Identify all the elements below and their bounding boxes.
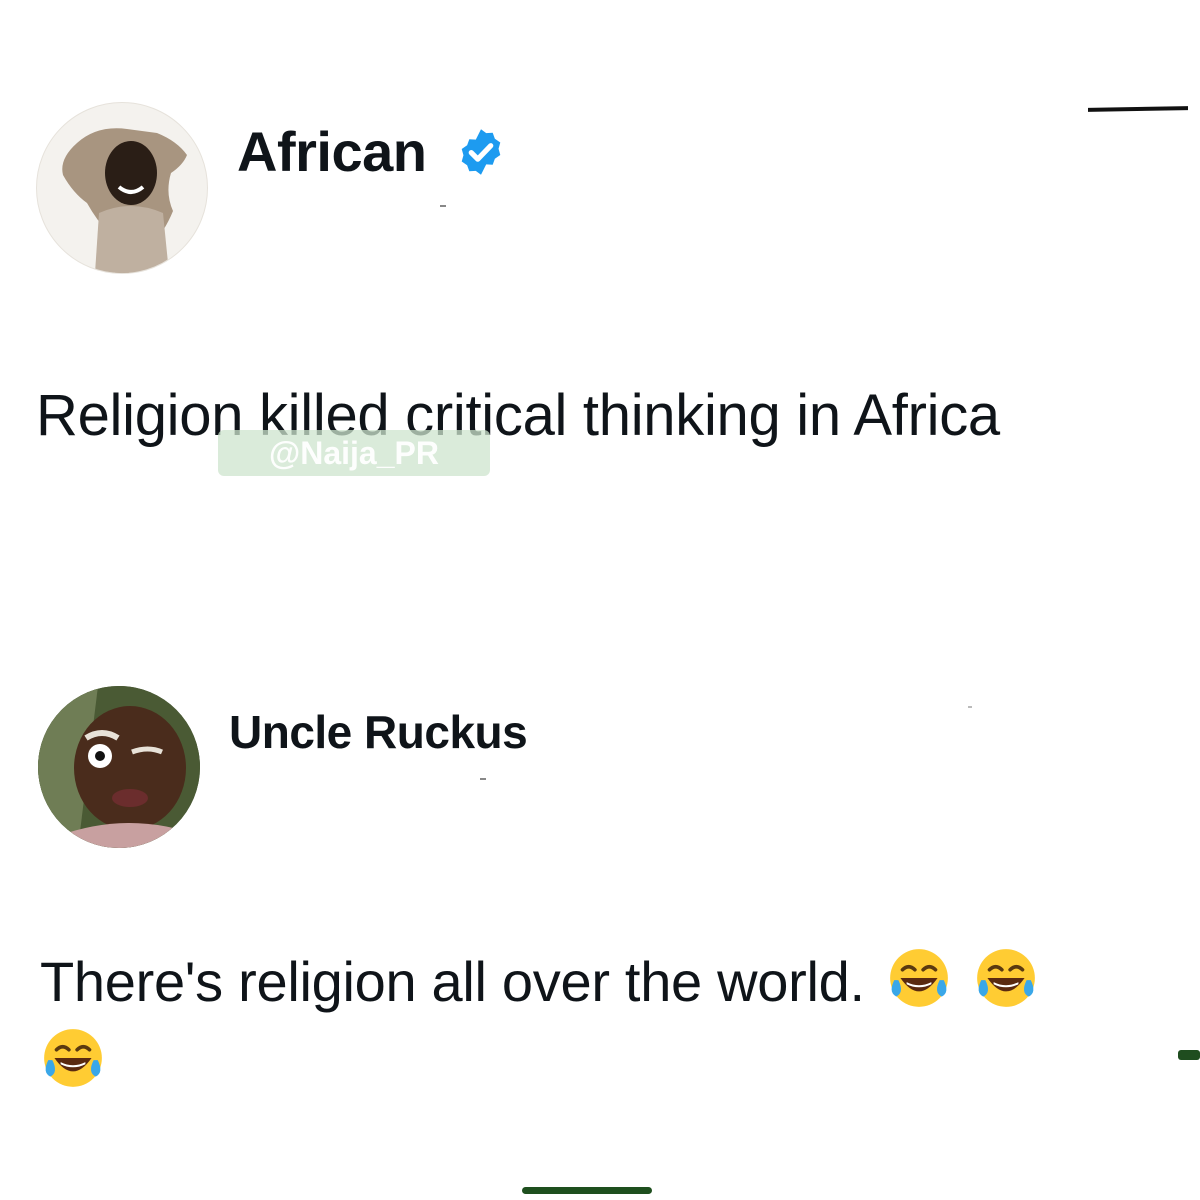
post-text-line-1: There's religion all over the world. <box>40 945 1039 1015</box>
avatar[interactable] <box>38 686 200 848</box>
post-african: African Religion killed critical thinkin… <box>0 0 1200 560</box>
divider-dot <box>968 706 972 708</box>
author-name[interactable]: Uncle Ruckus <box>229 705 528 759</box>
divider-dot <box>440 205 446 207</box>
divider-dot <box>480 778 486 780</box>
face-with-tears-of-joy-icon <box>977 949 1036 1007</box>
avatar-africa-portrait-icon <box>62 128 187 273</box>
face-with-tears-of-joy-icon <box>890 949 948 1007</box>
post-text: There's religion all over the world. <box>40 950 865 1013</box>
home-indicator[interactable] <box>522 1187 652 1194</box>
author-name[interactable]: African <box>237 120 427 184</box>
avatar[interactable] <box>36 102 208 274</box>
face-with-tears-of-joy-icon <box>44 1029 102 1087</box>
post-text-line-2 <box>40 1025 106 1095</box>
scroll-edge-marker <box>1178 1050 1200 1060</box>
verified-badge-icon <box>461 129 501 175</box>
avatar-cartoon-character-icon <box>38 686 200 848</box>
post-text: Religion killed critical thinking in Afr… <box>36 383 1000 448</box>
watermark: @Naija_PR <box>218 430 490 476</box>
post-uncle-ruckus: Uncle Ruckus There's religion all over t… <box>0 600 1200 1200</box>
